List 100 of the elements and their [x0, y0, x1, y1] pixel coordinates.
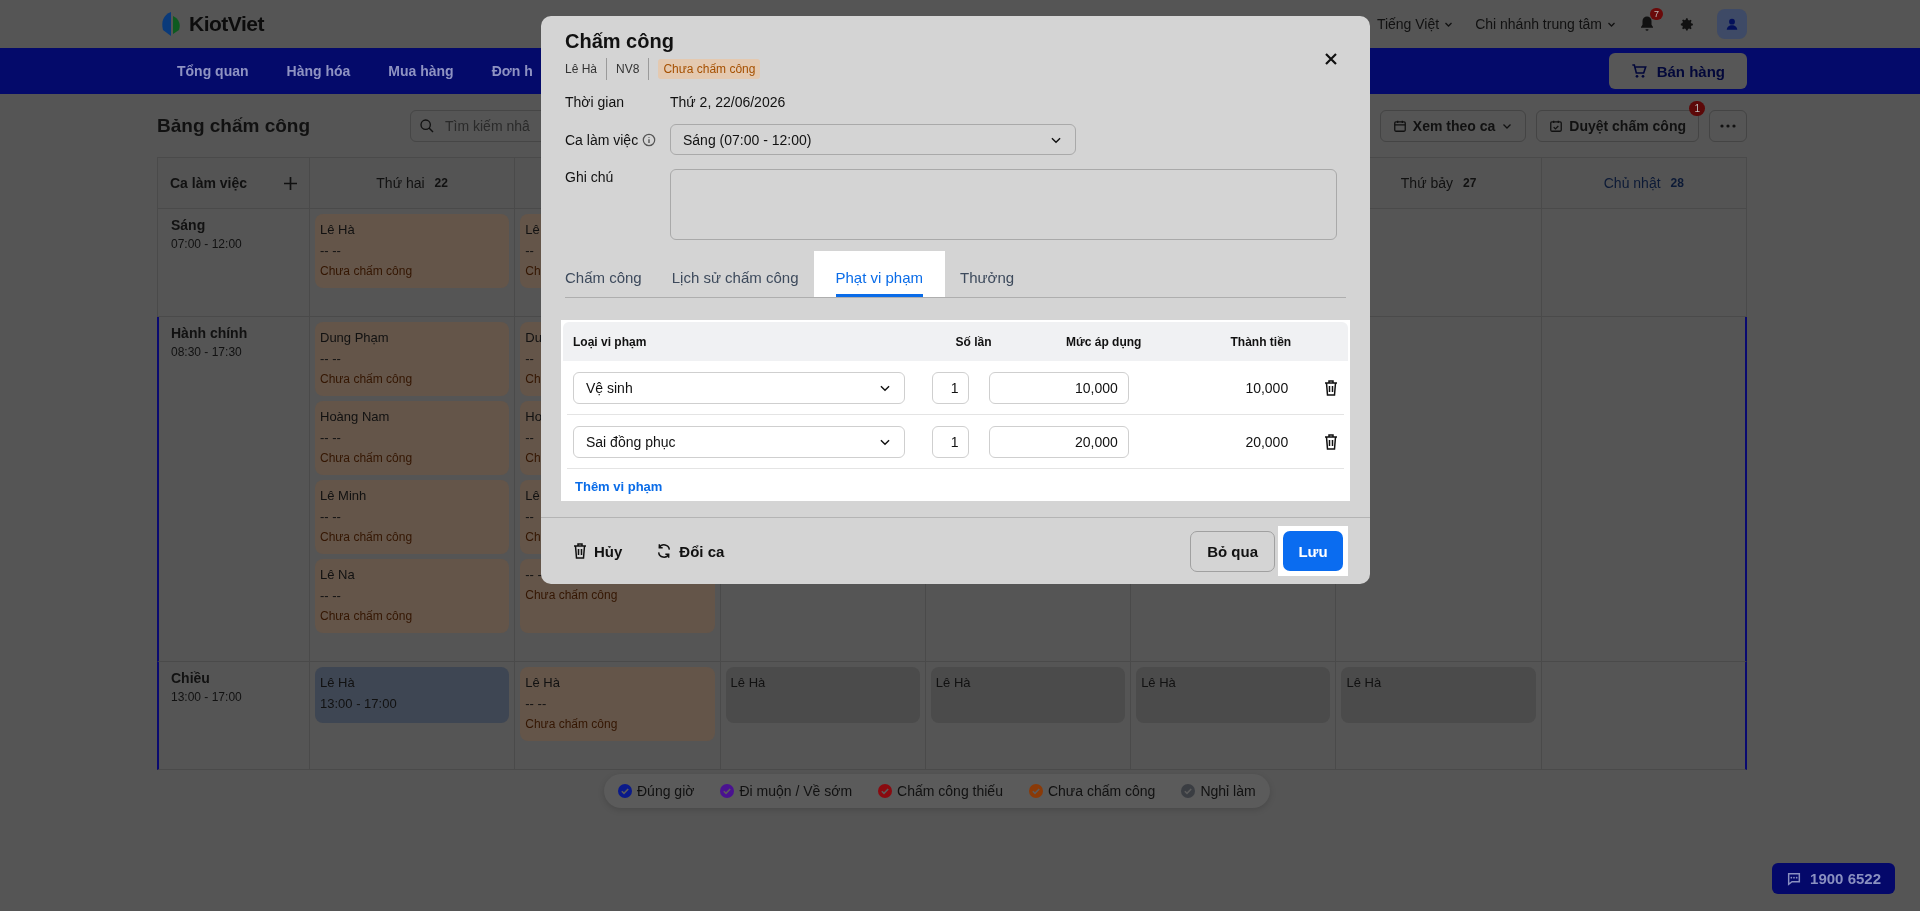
shift-card[interactable]: Hoàng Nam -- -- Chưa chấm công [315, 401, 510, 475]
language-selector[interactable]: Tiếng Việt [1376, 16, 1454, 32]
status-text: Chưa chấm công [525, 717, 618, 731]
shift-card[interactable]: Lê Na -- -- Chưa chấm công [315, 559, 510, 633]
shift-name: Hành chính [171, 325, 249, 341]
column-header: Thành tiền [1229, 334, 1292, 349]
note-field[interactable] [670, 169, 1337, 240]
add-violation-link[interactable]: Thêm vi phạm [575, 479, 663, 494]
nav-item[interactable]: Mua hàng [388, 63, 454, 79]
hotline-button[interactable]: 1900 6522 [1772, 863, 1895, 894]
chat-bubble-icon [1786, 870, 1803, 887]
amount-text: 20,000 [1244, 433, 1289, 450]
employee-name: Lê Hà [565, 62, 598, 76]
column-header: Loại vi phạm [573, 334, 648, 349]
shift-time: 13:00 - 17:00 [171, 690, 243, 704]
notification-badge: 7 [1650, 8, 1663, 20]
date-value: Thứ 2, 22/06/2026 [670, 94, 786, 110]
day-header: Thứ bảy [1400, 175, 1453, 191]
approve-badge: 1 [1689, 100, 1705, 116]
employee-name: Lê [525, 222, 540, 237]
search-icon [419, 117, 435, 134]
calendar-icon [1392, 118, 1407, 133]
shift-time: 07:00 - 12:00 [171, 237, 243, 251]
nav-item[interactable]: Đơn h [491, 63, 533, 79]
field-label: Ghi chú [565, 169, 615, 185]
more-button[interactable] [1709, 109, 1747, 142]
add-icon[interactable] [284, 176, 297, 190]
skip-button[interactable]: Bỏ qua [1190, 530, 1275, 572]
page-title: Bảng chấm công [157, 114, 312, 137]
user-avatar[interactable] [1717, 9, 1747, 39]
amount-text: 10,000 [1244, 379, 1289, 396]
shift-card[interactable]: Lê Hà -- -- Chưa chấm công [520, 667, 715, 741]
column-header: Mức áp dụng [1065, 334, 1142, 349]
check-time: -- -- [320, 351, 341, 366]
employee-name: Lê Hà [525, 675, 560, 690]
shift-select[interactable]: Sáng (07:00 - 12:00) [670, 124, 1076, 155]
status-badge: Chưa chấm công [658, 59, 761, 79]
branch-selector[interactable]: Chi nhánh trung tâm [1475, 16, 1616, 32]
view-by-shift-button[interactable]: Xem theo ca [1379, 109, 1527, 142]
change-shift-button[interactable]: Đổi ca [656, 542, 725, 560]
settings-icon[interactable] [1678, 15, 1695, 33]
employee-name: Lê Na [320, 567, 355, 582]
shift-name: Sáng [171, 217, 207, 233]
check-time: -- [525, 351, 534, 366]
tab[interactable]: Chấm công [565, 269, 642, 297]
shift-time: 08:30 - 17:30 [171, 345, 243, 359]
rate-field[interactable]: 10,000 [988, 371, 1129, 404]
day-header: Chủ nhật [1603, 175, 1661, 191]
employee-name: Hoàng Nam [320, 409, 390, 424]
delete-icon[interactable] [1324, 379, 1338, 396]
status-text: Chưa chấm công [320, 530, 413, 544]
nav-item[interactable]: Tổng quan [177, 63, 249, 79]
trash-icon [573, 543, 587, 559]
employee-name: Lê Hà [320, 675, 355, 690]
status-text: Chưa chấm công [320, 609, 413, 623]
check-time: -- [525, 430, 534, 445]
count-field[interactable]: 1 [932, 425, 970, 458]
close-icon[interactable] [1324, 52, 1338, 66]
employee-name: Ho [525, 409, 542, 424]
save-button[interactable]: Lưu [1283, 531, 1343, 571]
column-header: Số lần [954, 334, 992, 349]
brand-name: KiotViet [189, 12, 264, 36]
tab[interactable]: Lịch sử chấm công [671, 269, 799, 297]
sell-button[interactable]: Bán hàng [1608, 53, 1747, 89]
notification-bell-icon[interactable] [1638, 15, 1656, 33]
delete-icon[interactable] [1324, 433, 1338, 450]
rate-field[interactable]: 20,000 [988, 425, 1129, 458]
dialog-title: Chấm công [565, 30, 675, 53]
employee-code: NV8 [616, 62, 640, 76]
shift-card[interactable]: Lê Hà -- -- Chưa chấm công [315, 214, 510, 288]
delete-button[interactable]: Hủy [573, 542, 623, 560]
check-time: -- [525, 243, 534, 258]
legend-label: Nghỉ làm [1200, 783, 1256, 799]
status-text: Chưa chấm công [320, 372, 413, 386]
status-text: Chưa chấm công [525, 588, 618, 602]
count-field[interactable]: 1 [932, 371, 970, 404]
employee-name: Lê Hà [730, 675, 766, 690]
shift-name: Chiều [171, 670, 211, 686]
violation-type-select[interactable]: Sai đồng phục [573, 425, 905, 458]
employee-name: Du [525, 330, 542, 345]
field-label: Ca làm việc [565, 131, 639, 148]
calendar-check-icon [1549, 118, 1564, 133]
cart-icon [1630, 63, 1647, 79]
shift-card[interactable]: Dung Phạm -- -- Chưa chấm công [315, 322, 510, 396]
status-text: Chưa chấm công [320, 264, 413, 278]
day-date: 22 [434, 176, 448, 190]
nav-item[interactable]: Hàng hóa [286, 63, 351, 79]
ellipsis-icon [1720, 122, 1736, 129]
employee-name: Lê Hà [935, 675, 971, 690]
check-time: 13:00 - 17:00 [320, 696, 397, 711]
info-icon[interactable] [642, 132, 657, 147]
day-date: 27 [1462, 176, 1477, 190]
legend-label: Đúng giờ [637, 783, 695, 799]
violation-type-select[interactable]: Vệ sinh [573, 371, 905, 404]
check-time: -- [525, 509, 534, 524]
shift-card[interactable]: Lê Minh -- -- Chưa chấm công [315, 480, 510, 554]
status-text: Ch [525, 530, 541, 544]
tab[interactable]: Thưởng [960, 269, 1015, 297]
shift-column-header: Ca làm việc [170, 175, 248, 191]
legend-label: Đi muộn / Về sớm [739, 783, 853, 799]
